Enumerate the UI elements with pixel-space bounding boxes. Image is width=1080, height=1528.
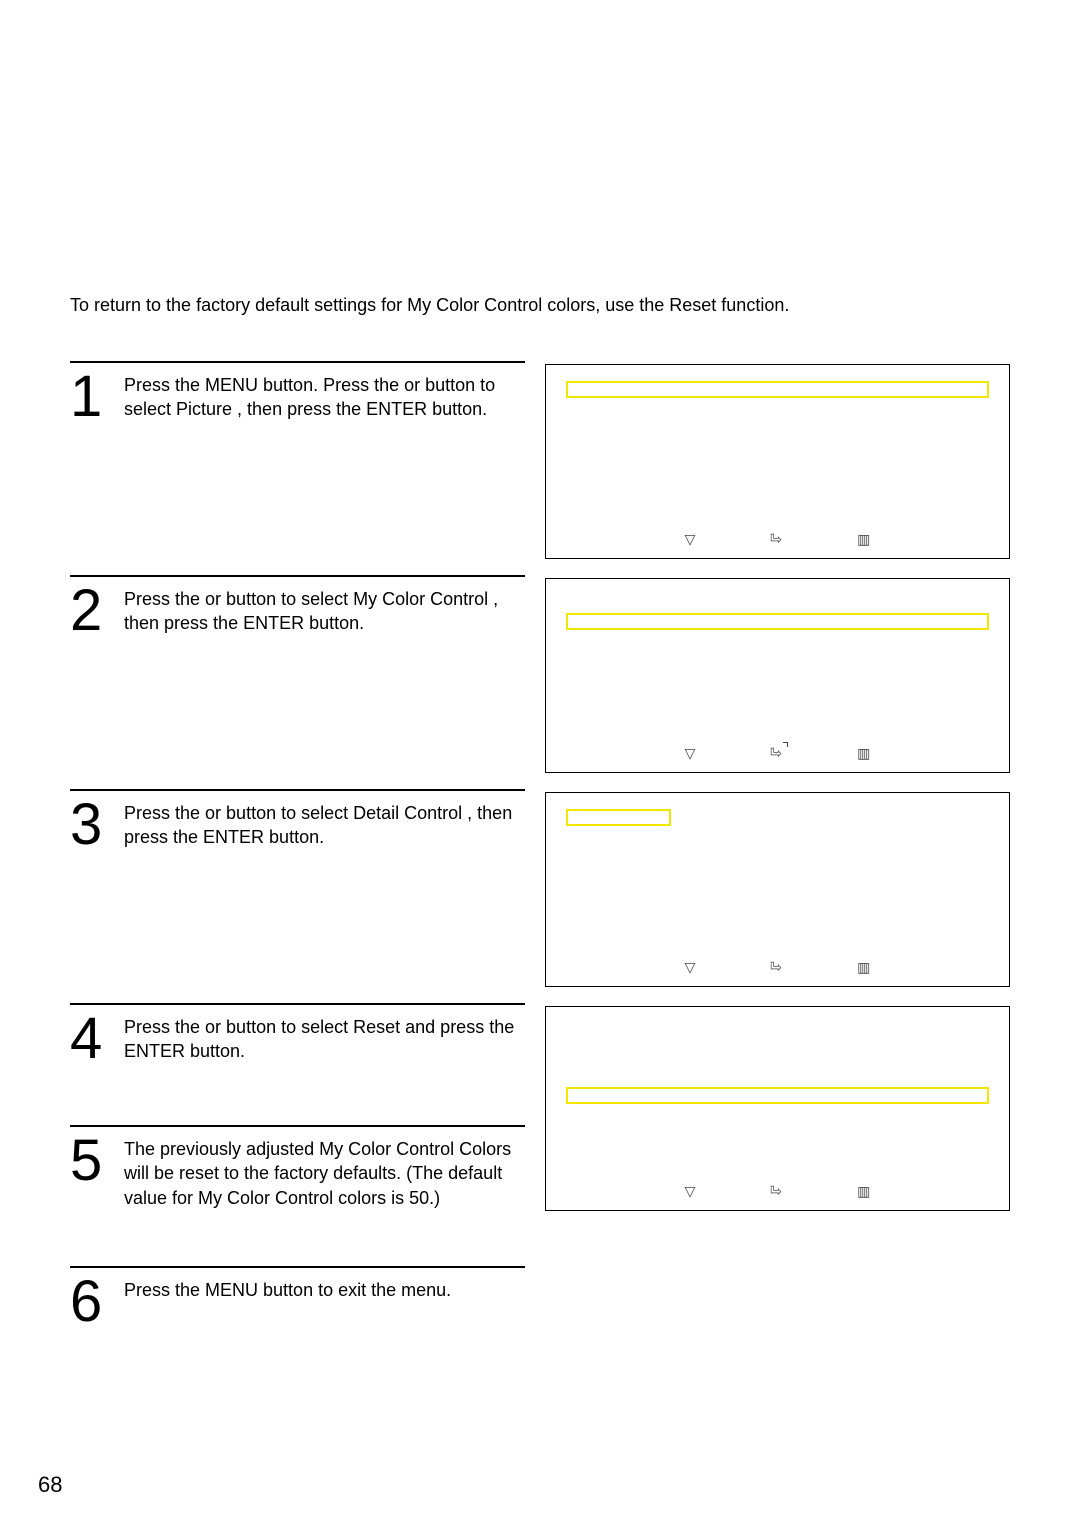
step-row: 1 Press the MENU button. Press the or bu… (70, 361, 1010, 575)
step-divider (70, 789, 525, 791)
enter-icon (770, 1183, 782, 1200)
screen-footer-icons (546, 1183, 1009, 1200)
step-number: 5 (70, 1135, 108, 1187)
menu-icon (857, 531, 870, 548)
enter-icon (770, 531, 782, 548)
step-row: 2 Press the or button to select My Color… (70, 575, 1010, 789)
highlight-selection (566, 809, 671, 826)
screen-footer-icons (546, 531, 1009, 548)
menu-icon (857, 1183, 870, 1200)
highlight-selection (566, 381, 989, 398)
step-row: 6 Press the MENU button to exit the menu… (70, 1266, 1010, 1328)
step-divider (70, 1266, 525, 1268)
step-text: Press the or button to select Reset and … (124, 1013, 525, 1064)
step-number: 2 (70, 585, 108, 637)
menu-icon (857, 745, 870, 762)
screen-footer-icons (546, 745, 1009, 762)
menu-screenshot (545, 1006, 1010, 1211)
step-text: Press the MENU button to exit the menu. (124, 1276, 451, 1302)
menu-icon (857, 959, 870, 976)
step-row: 4 Press the or button to select Reset an… (70, 1003, 1010, 1211)
step-text: Press the or button to select Detail Con… (124, 799, 525, 850)
step-number: 3 (70, 799, 108, 851)
nav-down-icon (685, 531, 696, 548)
step-number: 6 (70, 1276, 108, 1328)
nav-down-icon (685, 745, 696, 762)
screen-footer-icons (546, 959, 1009, 976)
step-divider (70, 1125, 525, 1127)
step-divider (70, 1003, 525, 1005)
nav-down-icon (685, 1183, 696, 1200)
highlight-selection (566, 613, 989, 630)
page-number: 68 (38, 1472, 62, 1498)
menu-screenshot (545, 792, 1010, 987)
menu-screenshot (545, 578, 1010, 773)
highlight-selection (566, 1087, 989, 1104)
nav-down-icon (685, 959, 696, 976)
step-divider (70, 575, 525, 577)
step-text: The previously adjusted My Color Control… (124, 1135, 525, 1210)
step-divider (70, 361, 525, 363)
menu-screenshot (545, 364, 1010, 559)
step-text: Press the or button to select My Color C… (124, 585, 525, 636)
enter-icon (770, 959, 782, 976)
enter-icon (770, 745, 782, 762)
intro-text: To return to the factory default setting… (70, 295, 1010, 316)
step-number: 4 (70, 1013, 108, 1065)
step-row: 3 Press the or button to select Detail C… (70, 789, 1010, 1003)
step-number: 1 (70, 371, 108, 423)
step-text: Press the MENU button. Press the or butt… (124, 371, 525, 422)
